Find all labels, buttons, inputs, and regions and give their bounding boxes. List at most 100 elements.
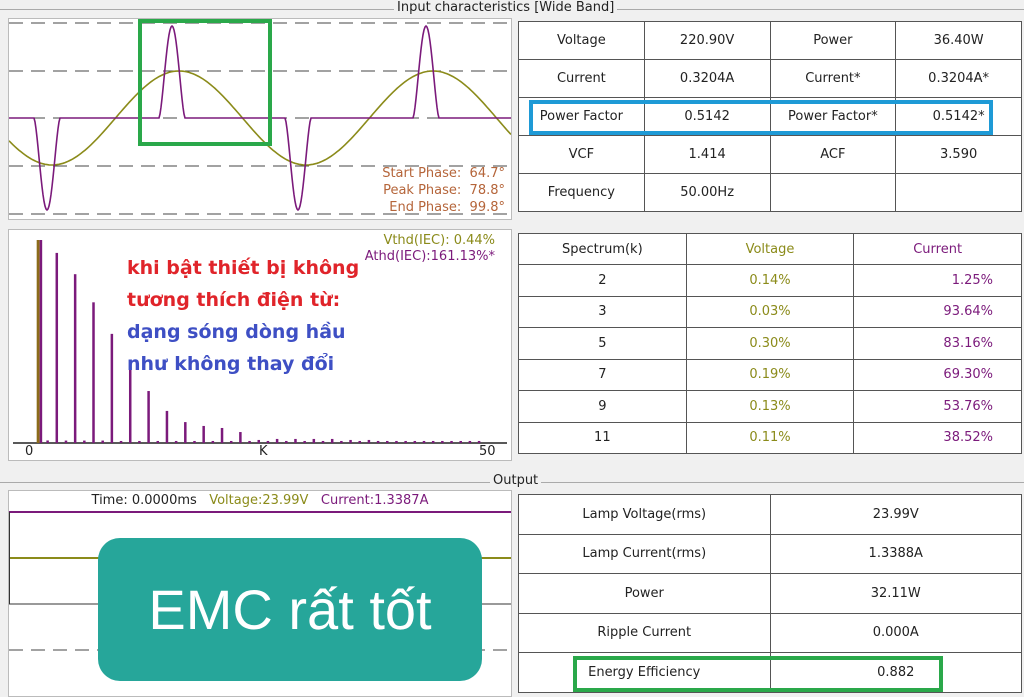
current-bar [64,440,68,443]
current-bar [83,440,86,443]
current-cell: 69.30% [853,358,1022,391]
peak-phase-value: 78.8° [469,183,505,198]
label-cell: Current* [769,59,897,98]
harmonic-cell: 11 [518,421,687,454]
annotation-line: dạng sóng dòng hầu [127,321,346,343]
table-row: Lamp Voltage(rms) 23.99V [518,494,1022,535]
label-cell: Voltage [518,21,645,60]
value-cell: 32.11W [769,573,1022,614]
voltage-cell: 0.19% [685,358,855,391]
label-cell: Lamp Voltage(rms) [518,494,771,535]
header-cell: Spectrum(k) [518,233,687,265]
value-cell [895,173,1022,212]
current-bar [266,440,270,443]
current-bar [321,440,325,443]
annotation-line: khi bật thiết bị không [127,257,360,279]
current-bar [395,440,398,443]
current-bar [193,440,196,443]
value-cell: 0.3204A [643,59,771,98]
harmonic-cell: 9 [518,390,687,423]
current-bar [165,410,169,443]
table-row: 3 0.03% 93.64% [518,295,1022,328]
output-waveform-panel: Time: 0.0000ms Voltage:23.99V Current:1.… [8,490,512,697]
voltage-cell: 0.03% [685,295,855,328]
annotation-line: tương thích điện từ: [127,289,341,311]
table-row: 11 0.11% 38.52% [518,421,1022,454]
voltage-cell: 0.11% [685,421,855,454]
current-bar [477,440,481,443]
current-bar [285,440,288,443]
table-row: Current 0.3204A Current* 0.3204A* [518,59,1022,98]
current-bar [450,440,453,443]
value-cell: 23.99V [769,494,1022,535]
table-row: Lamp Current(rms) 1.3388A [518,533,1022,574]
current-bar [312,438,316,443]
output-readout: Time: 0.0000ms Voltage:23.99V Current:1.… [9,493,511,508]
start-phase-value: 64.7° [469,166,505,181]
current-bar [358,440,361,443]
table-row: Power 32.11W [518,573,1022,614]
output-group-title: Output [490,473,542,488]
table-row: 7 0.19% 69.30% [518,358,1022,391]
current-bar [119,440,123,443]
current-bar [257,439,260,443]
harmonic-cell: 3 [518,295,687,328]
highlight-box-power-factor [529,100,993,135]
table-row: 5 0.30% 83.16% [518,327,1022,360]
current-bar [147,391,150,443]
current-bar [413,440,417,443]
phase-readout: Start Phase: 64.7° Peak Phase: 78.8° End P… [382,165,505,216]
label-cell: Power [769,21,897,60]
start-phase-label: Start Phase: [382,166,462,181]
current-readout: Current:1.3387A [320,493,429,508]
current-bar [55,252,59,443]
value-cell: 1.414 [643,135,771,174]
current-bar [404,440,407,443]
current-bar [92,302,95,443]
peak-phase-label: Peak Phase: [383,183,462,198]
voltage-bar [36,240,40,443]
current-bar [367,439,371,443]
voltage-cell: 0.13% [685,390,855,423]
header-cell: Current [853,233,1022,265]
label-cell: Frequency [518,173,645,212]
current-bar [46,440,49,443]
current-bar [110,333,114,443]
table-row: Frequency 50.00Hz [518,173,1022,212]
input-waveform-panel: Start Phase: 64.7° Peak Phase: 78.8° End P… [8,18,512,220]
current-bar [39,240,43,443]
highlight-box-efficiency [573,656,943,692]
current-cell: 83.16% [853,327,1022,360]
current-cell: 53.76% [853,390,1022,423]
value-cell: 50.00Hz [643,173,771,212]
current-bar [174,440,178,443]
value-cell: 1.3388A [769,533,1022,574]
voltage-readout: Voltage:23.99V [209,493,309,508]
spectrum-panel: Vthd(IEC): 0.44% Athd(IEC):161.13%* khi … [8,229,512,461]
header-cell: Voltage [685,233,855,265]
current-bar [275,438,279,443]
current-bar [294,438,297,443]
label-cell: Ripple Current [518,612,771,653]
table-row: 2 0.14% 1.25% [518,264,1022,297]
label-cell [769,173,897,212]
value-cell: 0.000A [769,612,1022,653]
current-bar [340,440,343,443]
table-row: VCF 1.414 ACF 3.590 [518,135,1022,174]
current-bar [330,438,334,443]
current-cell: 38.52% [853,421,1022,454]
value-cell: 0.3204A* [895,59,1022,98]
current-bar [156,440,160,443]
current-bar [211,440,215,443]
vthd-readout: Vthd(IEC): 0.44% [383,233,495,248]
highlight-box-green [138,19,272,146]
current-cell: 93.64% [853,295,1022,328]
table-row: 9 0.13% 53.76% [518,390,1022,423]
athd-readout: Athd(IEC):161.13%* [364,249,495,264]
voltage-cell: 0.14% [685,264,855,297]
x-axis-label: K [259,444,268,459]
current-bar [459,440,462,443]
end-phase-label: End Phase: [389,200,462,215]
current-bar [441,440,444,443]
table-row: Voltage 220.90V Power 36.40W [518,21,1022,60]
